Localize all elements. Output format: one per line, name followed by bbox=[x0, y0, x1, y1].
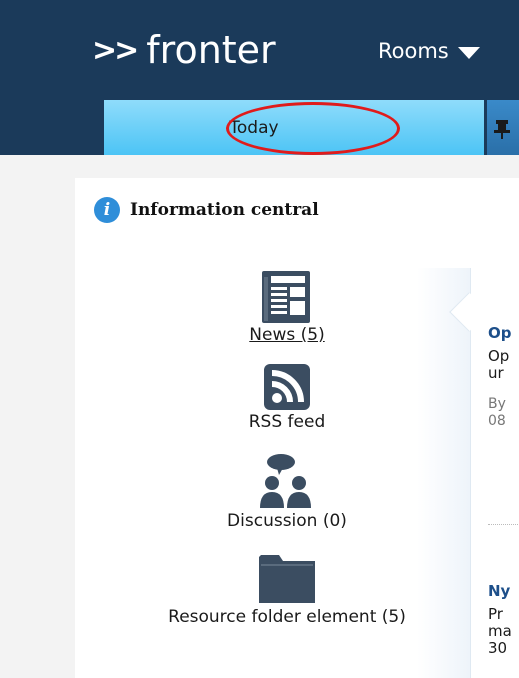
feed-divider bbox=[488, 524, 519, 525]
feed-item-title[interactable]: Op bbox=[488, 324, 519, 342]
logo-text: fronter bbox=[146, 28, 276, 72]
info-icon: i bbox=[94, 197, 120, 223]
element-rss-feed[interactable]: RSS feed bbox=[112, 364, 462, 432]
element-news[interactable]: News (5) bbox=[112, 271, 462, 345]
feed-item[interactable]: Ny Pr ma 30 bbox=[488, 582, 519, 657]
element-resource-folder[interactable]: Resource folder element (5) bbox=[112, 551, 462, 627]
feed-item[interactable]: Op Op ur By 08 bbox=[488, 324, 519, 430]
page: >> fronter Rooms Today i Information cen… bbox=[0, 0, 519, 678]
feed-item-author: By bbox=[488, 396, 506, 412]
element-news-label[interactable]: News (5) bbox=[112, 325, 462, 345]
feed-item-text: ma bbox=[488, 622, 512, 640]
rooms-menu-button[interactable]: Rooms bbox=[378, 36, 480, 66]
chevron-down-icon bbox=[457, 46, 480, 59]
news-icon bbox=[262, 271, 310, 323]
element-rss-feed-label: RSS feed bbox=[248, 412, 326, 432]
feed-item-text: Op bbox=[488, 347, 510, 365]
feed-item-text: 30 bbox=[488, 639, 508, 657]
element-discussion-label: Discussion (0) bbox=[227, 511, 347, 531]
element-resource-folder-label: Resource folder element (5) bbox=[168, 607, 406, 627]
feed-item-text: Pr bbox=[488, 605, 503, 623]
information-central-title: Information central bbox=[130, 200, 319, 220]
tab-pinned[interactable] bbox=[487, 100, 519, 155]
logo-arrows: >> bbox=[92, 32, 139, 68]
fronter-logo[interactable]: >> fronter bbox=[92, 26, 276, 74]
feed-item-date: 08 bbox=[488, 413, 506, 429]
rooms-menu-label: Rooms bbox=[378, 39, 449, 63]
rss-icon bbox=[264, 364, 310, 410]
discussion-icon bbox=[260, 454, 311, 508]
element-discussion[interactable]: Discussion (0) bbox=[112, 453, 462, 531]
feed-item-title[interactable]: Ny bbox=[488, 582, 519, 600]
folder-icon bbox=[259, 555, 315, 603]
pin-icon bbox=[494, 120, 510, 139]
feed-item-text: ur bbox=[488, 364, 504, 382]
information-central-header: i Information central bbox=[94, 196, 319, 224]
highlight-annotation-circle bbox=[226, 102, 400, 155]
